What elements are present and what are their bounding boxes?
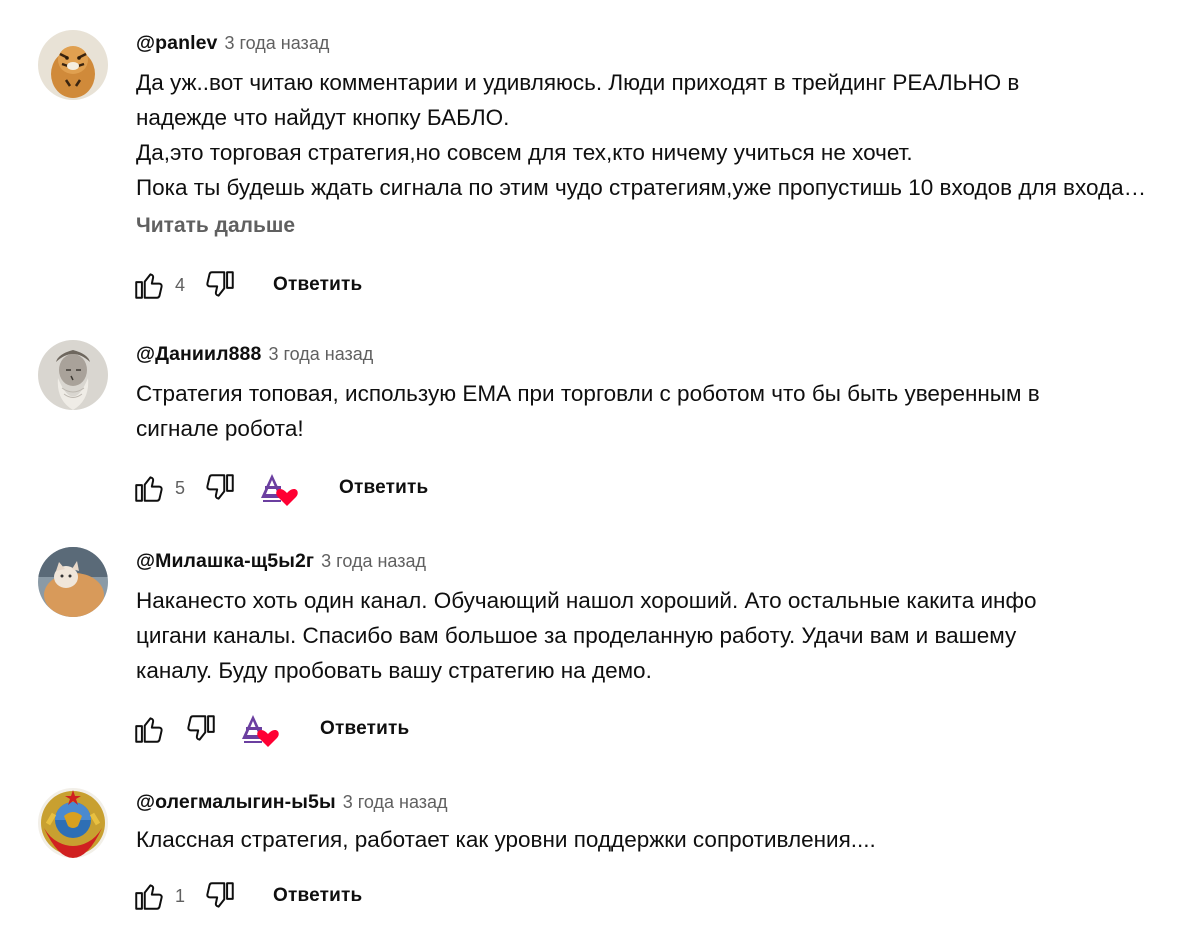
- comment-line: Да уж..вот читаю комментарии и удивляюсь…: [136, 70, 1020, 95]
- comment-header: @panlev 3 года назад: [136, 32, 1158, 62]
- portrait-avatar[interactable]: [38, 340, 108, 410]
- like-count: 1: [175, 885, 186, 906]
- comment-time[interactable]: 3 года назад: [268, 344, 373, 365]
- comment-actions: 4 Ответить: [130, 265, 362, 305]
- comment-line: цигани каналы. Спасибо вам большое за пр…: [136, 623, 1017, 648]
- comment-time[interactable]: 3 года назад: [225, 33, 330, 54]
- tiger-avatar[interactable]: [38, 30, 108, 100]
- comment-thread: @олегмалыгин-ы5ы 3 года назад Классная с…: [0, 788, 1188, 928]
- like-icon[interactable]: [130, 266, 168, 304]
- author-name[interactable]: @Даниил888: [136, 343, 261, 366]
- comment-header: @Милашка-щ5ы2г 3 года назад: [136, 550, 1158, 580]
- like-icon[interactable]: [130, 469, 168, 507]
- like-count: 4: [175, 274, 186, 295]
- dislike-icon[interactable]: [201, 469, 239, 507]
- comment-line: Да,это торговая стратегия,но совсем для …: [136, 140, 913, 165]
- comment-text: Наканесто хоть один канал. Обучающий наш…: [136, 583, 1158, 688]
- comment-time[interactable]: 3 года назад: [321, 551, 426, 572]
- comment-thread: @Милашка-щ5ы2г 3 года назад Наканесто хо…: [0, 547, 1188, 767]
- comment-body: @panlev 3 года назад Да уж..вот читаю ко…: [136, 28, 1158, 241]
- comment-line: Классная стратегия, работает как уровни …: [136, 827, 876, 852]
- comment-text: Классная стратегия, работает как уровни …: [136, 822, 1158, 857]
- like-icon[interactable]: [130, 877, 168, 915]
- like-count: 5: [175, 477, 186, 498]
- reply-button[interactable]: Ответить: [273, 274, 362, 296]
- comment-actions: 5 Ответить: [130, 468, 428, 508]
- comment-actions: 1 Ответить: [130, 876, 362, 916]
- comment-line: надежде что найдут кнопку БАБЛО.: [136, 105, 510, 130]
- author-name[interactable]: @олегмалыгин-ы5ы: [136, 791, 336, 814]
- like-icon[interactable]: [130, 710, 168, 748]
- comment-actions: Ответить: [130, 709, 409, 749]
- comment-body: @олегмалыгин-ы5ы 3 года назад Классная с…: [136, 788, 1158, 857]
- comment-body: @Даниил888 3 года назад Стратегия топова…: [136, 340, 1158, 446]
- reply-button[interactable]: Ответить: [339, 477, 428, 499]
- cat-avatar[interactable]: [38, 547, 108, 617]
- comment-time[interactable]: 3 года назад: [343, 792, 448, 813]
- dislike-icon[interactable]: [201, 877, 239, 915]
- creator-heart-icon: [238, 709, 282, 749]
- dislike-icon[interactable]: [182, 710, 220, 748]
- comment-line: сигнале робота!: [136, 416, 304, 441]
- comment-body: @Милашка-щ5ы2г 3 года назад Наканесто хо…: [136, 547, 1158, 688]
- comments-list: @panlev 3 года назад Да уж..вот читаю ко…: [0, 0, 1188, 933]
- comment-line: Стратегия топовая, использую ЕМА при тор…: [136, 381, 1040, 406]
- comment-header: @Даниил888 3 года назад: [136, 343, 1158, 373]
- comment-thread: @panlev 3 года назад Да уж..вот читаю ко…: [0, 28, 1188, 318]
- emblem-avatar[interactable]: [38, 788, 108, 858]
- reply-button[interactable]: Ответить: [273, 885, 362, 907]
- comment-text: Да уж..вот читаю комментарии и удивляюсь…: [136, 65, 1158, 205]
- dislike-icon[interactable]: [201, 266, 239, 304]
- reply-button[interactable]: Ответить: [320, 718, 409, 740]
- comment-line: Наканесто хоть один канал. Обучающий наш…: [136, 588, 1037, 613]
- creator-heart-icon: [257, 468, 301, 508]
- read-more-button[interactable]: Читать дальше: [136, 211, 295, 241]
- author-name[interactable]: @Милашка-щ5ы2г: [136, 550, 314, 573]
- comment-line: Пока ты будешь ждать сигнала по этим чуд…: [136, 175, 1147, 200]
- author-name[interactable]: @panlev: [136, 32, 218, 55]
- comment-thread: @Даниил888 3 года назад Стратегия топова…: [0, 340, 1188, 530]
- comment-text: Стратегия топовая, использую ЕМА при тор…: [136, 376, 1158, 446]
- comment-line: каналу. Буду пробовать вашу стратегию на…: [136, 658, 652, 683]
- comment-header: @олегмалыгин-ы5ы 3 года назад: [136, 791, 1158, 821]
